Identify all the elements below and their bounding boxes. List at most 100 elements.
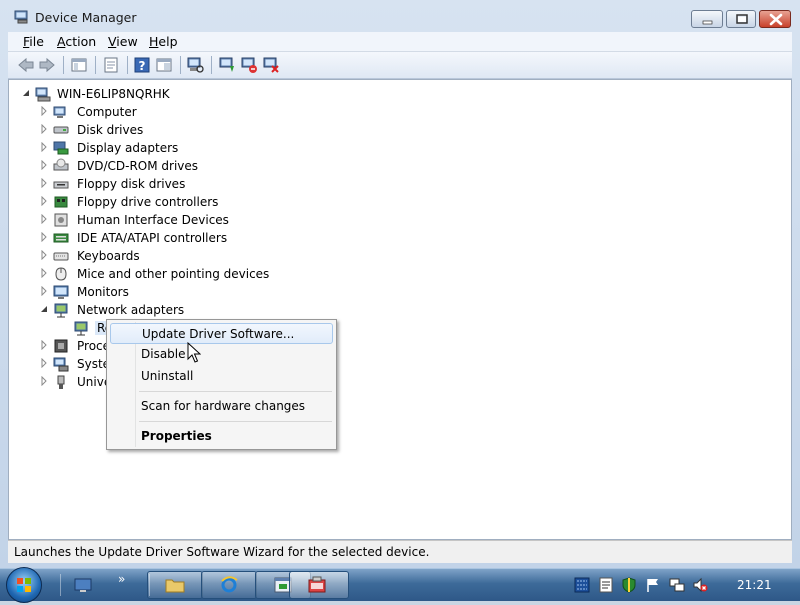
expand-arrow-icon[interactable] xyxy=(39,124,49,134)
device-tree-panel[interactable]: WIN-E6LIP8NQRHK Computer Disk drives Displ… xyxy=(8,79,792,540)
monitor-icon xyxy=(53,285,69,299)
minimize-button[interactable] xyxy=(691,10,723,28)
menu-view[interactable]: View xyxy=(108,34,138,49)
tree-root[interactable]: WIN-E6LIP8NQRHK xyxy=(21,85,221,103)
computer-icon xyxy=(53,106,66,118)
forward-arrow-icon[interactable] xyxy=(38,56,56,74)
hid-icon xyxy=(54,213,68,227)
maximize-button[interactable] xyxy=(726,10,756,28)
show-hide-console-tree-icon[interactable] xyxy=(70,56,88,74)
expand-arrow-icon[interactable] xyxy=(39,196,49,206)
update-driver-icon[interactable] xyxy=(218,56,236,74)
expand-arrow-icon[interactable] xyxy=(39,106,49,116)
keyboard-layout-icon[interactable] xyxy=(598,577,614,593)
floppy-controller-icon xyxy=(54,196,68,208)
language-bar-icon[interactable] xyxy=(574,577,590,593)
close-icon xyxy=(769,13,783,26)
taskbar-explorer-button[interactable] xyxy=(147,571,203,599)
tree-item-label: Computer xyxy=(77,105,137,119)
back-arrow-icon[interactable] xyxy=(17,56,35,74)
menu-properties[interactable]: Properties xyxy=(110,426,333,447)
folder-icon xyxy=(165,579,185,593)
tree-item-label: Keyboards xyxy=(77,249,140,263)
show-desktop-icon[interactable] xyxy=(74,576,92,594)
security-shield-icon[interactable] xyxy=(621,577,637,593)
tree-item-keyboard[interactable]: Keyboards xyxy=(39,247,299,265)
quick-launch-overflow[interactable]: » xyxy=(118,572,125,586)
tree-item-floppy-disk[interactable]: Floppy disk drives xyxy=(39,175,299,193)
tree-item-label: IDE ATA/ATAPI controllers xyxy=(77,231,228,245)
expand-arrow-icon[interactable] xyxy=(39,340,49,350)
floppy-disk-icon xyxy=(53,181,69,189)
tree-item-computer[interactable]: Computer xyxy=(39,103,299,121)
expand-arrow-icon[interactable] xyxy=(39,160,49,170)
properties-sheet-icon[interactable] xyxy=(102,56,120,74)
tree-item-mouse[interactable]: Mice and other pointing devices xyxy=(39,265,299,283)
taskbar-ie-button[interactable] xyxy=(201,571,257,599)
disk-drive-icon xyxy=(53,126,69,134)
expand-arrow-icon[interactable] xyxy=(39,358,49,368)
menu-separator xyxy=(139,421,332,422)
tree-item-label: Monitors xyxy=(77,285,129,299)
start-button[interactable] xyxy=(6,567,42,603)
expand-arrow-icon[interactable] xyxy=(39,142,49,152)
expand-arrow-icon[interactable] xyxy=(39,232,49,242)
expand-arrow-icon[interactable] xyxy=(39,178,49,188)
maximize-icon xyxy=(736,14,748,24)
tree-item-label: Floppy disk drives xyxy=(77,177,186,191)
toolbar: ? xyxy=(8,52,792,79)
collapse-arrow-icon[interactable] xyxy=(39,304,49,314)
tree-item-network-adapter[interactable]: Network adapters xyxy=(39,301,299,319)
device-manager-window: Device Manager File Action View Help ? W… xyxy=(0,0,800,568)
processor-icon xyxy=(54,339,68,353)
scan-hardware-icon[interactable] xyxy=(186,56,204,74)
taskbar-device-manager-button[interactable] xyxy=(289,571,349,599)
tree-item-dvd-drive[interactable]: DVD/CD-ROM drives xyxy=(39,157,299,175)
usb-icon xyxy=(57,375,65,389)
title-bar[interactable]: Device Manager xyxy=(0,0,800,32)
network-icon[interactable] xyxy=(669,577,685,593)
tree-item-monitor[interactable]: Monitors xyxy=(39,283,299,301)
expand-arrow-icon[interactable] xyxy=(39,286,49,296)
tree-item-disk-drive[interactable]: Disk drives xyxy=(39,121,299,139)
expand-arrow-icon[interactable] xyxy=(39,268,49,278)
tree-item-floppy-controller[interactable]: Floppy drive controllers xyxy=(39,193,299,211)
menu-help[interactable]: Help xyxy=(149,34,178,49)
menu-scan-hardware[interactable]: Scan for hardware changes xyxy=(110,396,333,417)
menu-scan-hardware-label: Scan for hardware changes xyxy=(141,399,306,413)
menu-update-driver-software-label: Update Driver Software... xyxy=(142,327,295,341)
expand-arrow-icon[interactable] xyxy=(39,376,49,386)
volume-muted-icon[interactable] xyxy=(692,577,708,593)
mouse-cursor-icon xyxy=(187,342,201,363)
tree-item-label: Human Interface Devices xyxy=(77,213,229,227)
expand-arrow-icon[interactable] xyxy=(39,214,49,224)
tree-item-label: DVD/CD-ROM drives xyxy=(77,159,199,173)
dvd-drive-icon xyxy=(53,158,69,171)
tree-item-hid[interactable]: Human Interface Devices xyxy=(39,211,299,229)
tree-item-ide-controller[interactable]: IDE ATA/ATAPI controllers xyxy=(39,229,299,247)
action-center-flag-icon[interactable] xyxy=(645,577,661,593)
menu-file[interactable]: File xyxy=(23,34,44,49)
collapse-arrow-icon[interactable] xyxy=(21,88,31,98)
status-text: Launches the Update Driver Software Wiza… xyxy=(14,545,430,559)
close-button[interactable] xyxy=(759,10,791,28)
network-card-icon xyxy=(74,321,88,336)
help-icon[interactable]: ? xyxy=(133,56,151,74)
uninstall-device-icon[interactable] xyxy=(262,56,280,74)
tree-item-display-adapter[interactable]: Display adapters xyxy=(39,139,299,157)
windows-logo-icon xyxy=(17,578,31,592)
menu-update-driver-software[interactable]: Update Driver Software... xyxy=(110,323,333,344)
menu-uninstall[interactable]: Uninstall xyxy=(110,366,333,387)
device-manager-taskbar-icon xyxy=(308,576,326,593)
system-device-icon xyxy=(53,357,69,372)
export-list-icon[interactable] xyxy=(155,56,173,74)
clock[interactable]: 21:21 xyxy=(737,578,772,592)
keyboard-icon xyxy=(53,252,69,261)
menu-disable[interactable]: Disable xyxy=(110,344,333,365)
disable-device-icon[interactable] xyxy=(240,56,258,74)
menu-action[interactable]: Action xyxy=(57,34,96,49)
expand-arrow-icon[interactable] xyxy=(39,250,49,260)
status-bar: Launches the Update Driver Software Wiza… xyxy=(8,540,792,563)
menu-uninstall-label: Uninstall xyxy=(141,369,194,383)
tree-item-label: Floppy drive controllers xyxy=(77,195,219,209)
